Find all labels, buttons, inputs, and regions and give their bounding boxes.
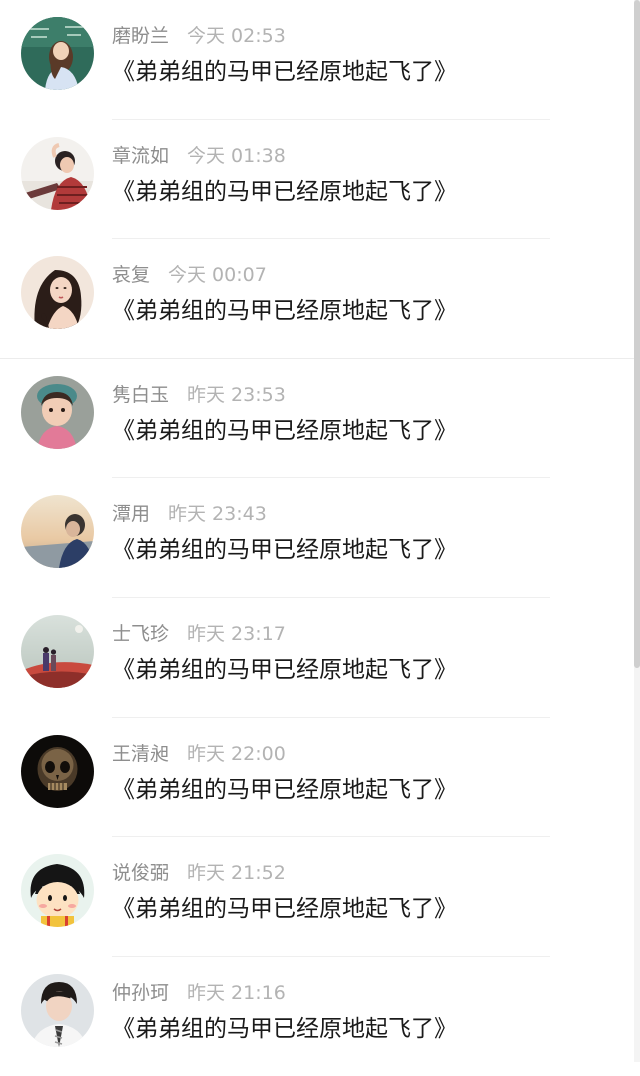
- commenter-name[interactable]: 哀复: [112, 264, 150, 286]
- comment-text: 《弟弟组的马甲已经原地起飞了》: [112, 896, 457, 923]
- comment-text: 《弟弟组的马甲已经原地起飞了》: [112, 1015, 457, 1042]
- comment-item[interactable]: 仲孙珂 昨天 21:16 《弟弟组的马甲已经原地起飞了》: [0, 957, 640, 1076]
- comment-time: 昨天 21:52: [187, 862, 286, 885]
- commenter-name[interactable]: 仲孙珂: [112, 982, 169, 1004]
- comment-item[interactable]: 哀复 今天 00:07 《弟弟组的马甲已经原地起飞了》: [0, 239, 640, 359]
- comment-item[interactable]: 章流如 今天 01:38 《弟弟组的马甲已经原地起飞了》: [0, 120, 640, 240]
- sunset-person-avatar-icon[interactable]: [21, 495, 94, 569]
- comment-text: 《弟弟组的马甲已经原地起飞了》: [112, 417, 457, 444]
- comment-list: 磨盼兰 今天 02:53 《弟弟组的马甲已经原地起飞了》 章流如 今天 01:38 …: [0, 0, 640, 1076]
- comment-time: 今天 02:53: [187, 25, 286, 47]
- comment-item[interactable]: 磨盼兰 今天 02:53 《弟弟组的马甲已经原地起飞了》: [0, 0, 640, 120]
- comment-time: 今天 01:38: [187, 144, 286, 167]
- comment-meta: 士飞珍 昨天 23:17: [112, 620, 286, 648]
- commenter-name[interactable]: 说俊弼: [112, 862, 169, 884]
- comment-text: 《弟弟组的马甲已经原地起飞了》: [112, 178, 457, 205]
- comment-item[interactable]: 潭用 昨天 23:43 《弟弟组的马甲已经原地起飞了》: [0, 478, 640, 598]
- cartoon-girl-avatar-icon[interactable]: [21, 854, 94, 928]
- comment-item[interactable]: 说俊弼 昨天 21:52 《弟弟组的马甲已经原地起飞了》: [0, 837, 640, 957]
- comment-time: 今天 00:07: [168, 264, 267, 287]
- comment-item[interactable]: 王清昶 昨天 22:00 《弟弟组的马甲已经原地起飞了》: [0, 718, 640, 838]
- skull-avatar-icon[interactable]: [21, 734, 94, 808]
- comment-time: 昨天 23:17: [187, 622, 286, 645]
- comment-item[interactable]: 士飞珍 昨天 23:17 《弟弟组的马甲已经原地起飞了》: [0, 598, 640, 718]
- comment-text: 《弟弟组的马甲已经原地起飞了》: [112, 656, 457, 683]
- comment-text: 《弟弟组的马甲已经原地起飞了》: [112, 59, 457, 85]
- comment-time: 昨天 22:00: [187, 742, 286, 765]
- scrollbar-thumb[interactable]: [634, 0, 640, 668]
- commenter-name[interactable]: 章流如: [112, 145, 169, 167]
- comment-meta: 磨盼兰 今天 02:53: [112, 22, 286, 50]
- comment-text: 《弟弟组的马甲已经原地起飞了》: [112, 776, 457, 803]
- young-man-avatar-icon[interactable]: [21, 973, 94, 1047]
- comment-meta: 章流如 今天 01:38: [112, 142, 286, 170]
- comment-meta: 说俊弼 昨天 21:52: [112, 859, 286, 887]
- stretching-person-avatar-icon[interactable]: [21, 136, 94, 210]
- comment-meta: 王清昶 昨天 22:00: [112, 740, 286, 768]
- teacher-avatar-icon[interactable]: [21, 17, 94, 90]
- comment-time: 昨天 21:16: [187, 981, 286, 1004]
- commenter-name[interactable]: 潭用: [112, 503, 150, 525]
- child-avatar-icon[interactable]: [21, 375, 94, 449]
- comment-meta: 仲孙珂 昨天 21:16: [112, 979, 286, 1007]
- commenter-name[interactable]: 磨盼兰: [112, 25, 169, 47]
- comment-meta: 隽白玉 昨天 23:53: [112, 381, 286, 409]
- commenter-name[interactable]: 士飞珍: [112, 623, 169, 645]
- commenter-name[interactable]: 隽白玉: [112, 384, 169, 406]
- comment-text: 《弟弟组的马甲已经原地起飞了》: [112, 537, 457, 564]
- comment-time: 昨天 23:43: [168, 503, 267, 526]
- comment-item[interactable]: 隽白玉 昨天 23:53 《弟弟组的马甲已经原地起飞了》: [0, 359, 640, 479]
- comment-meta: 潭用 昨天 23:43: [112, 500, 267, 528]
- scrollbar-track[interactable]: [634, 0, 640, 1062]
- woman-portrait-avatar-icon[interactable]: [21, 256, 94, 330]
- couple-landscape-avatar-icon[interactable]: [21, 614, 94, 688]
- commenter-name[interactable]: 王清昶: [112, 743, 169, 765]
- comment-time: 昨天 23:53: [187, 383, 286, 406]
- comment-text: 《弟弟组的马甲已经原地起飞了》: [112, 298, 457, 325]
- comment-meta: 哀复 今天 00:07: [112, 261, 267, 289]
